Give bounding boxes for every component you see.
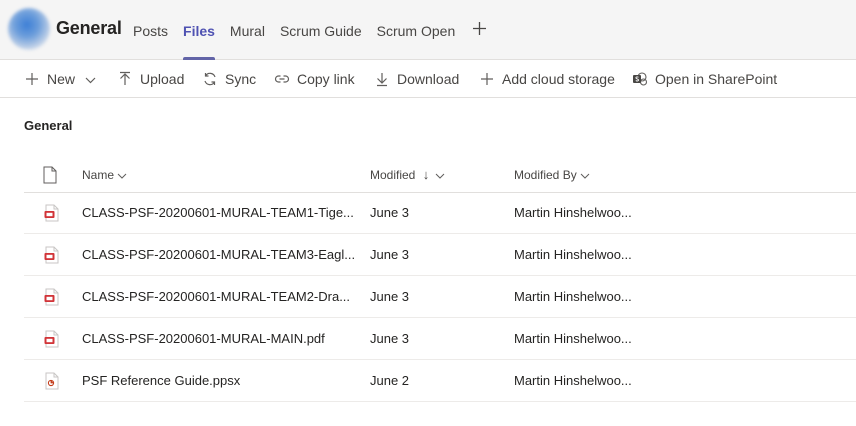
download-icon xyxy=(374,71,390,87)
link-icon xyxy=(274,71,290,87)
sharepoint-icon xyxy=(632,71,648,87)
copy-link-button[interactable]: Copy link xyxy=(274,60,355,98)
plus-icon xyxy=(24,71,40,87)
tab-scrum-guide[interactable]: Scrum Guide xyxy=(280,0,362,60)
pdf-file-icon xyxy=(44,204,60,222)
chevron-down-icon xyxy=(435,171,445,182)
modified-by-column-label: Modified By xyxy=(514,168,577,182)
tab-files[interactable]: Files xyxy=(183,0,215,60)
channel-tabs: Posts Files Mural Scrum Guide Scrum Open xyxy=(133,0,487,60)
team-avatar[interactable] xyxy=(8,8,50,50)
copy-link-label: Copy link xyxy=(297,71,355,87)
file-type-column-icon[interactable] xyxy=(43,166,57,184)
sort-descending-icon: ↓ xyxy=(422,167,430,182)
file-modified: June 3 xyxy=(370,331,410,346)
new-button[interactable]: New xyxy=(24,60,96,98)
upload-button[interactable]: Upload xyxy=(117,60,184,98)
file-modified: June 3 xyxy=(370,247,410,262)
tab-mural[interactable]: Mural xyxy=(230,0,265,60)
folder-title: General xyxy=(24,118,73,133)
modified-column-label: Modified xyxy=(370,168,416,182)
plus-icon[interactable] xyxy=(472,0,487,60)
file-name[interactable]: CLASS-PSF-20200601-MURAL-TEAM3-Eagl... xyxy=(82,234,355,276)
table-row[interactable]: PSF Reference Guide.ppsx June 2 Martin H… xyxy=(24,360,856,402)
file-name[interactable]: CLASS-PSF-20200601-MURAL-TEAM1-Tige... xyxy=(82,192,354,234)
chevron-down-icon xyxy=(117,171,127,182)
file-modified: June 2 xyxy=(370,373,410,388)
add-cloud-storage-label: Add cloud storage xyxy=(502,71,615,87)
ppsx-file-icon xyxy=(44,372,60,390)
open-in-sharepoint-label: Open in SharePoint xyxy=(655,71,778,87)
file-modified: June 3 xyxy=(370,205,410,220)
pdf-file-icon xyxy=(44,288,60,306)
modified-column-header[interactable]: Modified ↓ xyxy=(370,157,445,193)
file-modified-by: Martin Hinshelwoo... xyxy=(514,289,632,304)
open-in-sharepoint-button[interactable]: Open in SharePoint xyxy=(632,60,777,98)
pdf-file-icon xyxy=(44,246,60,264)
table-row[interactable]: CLASS-PSF-20200601-MURAL-TEAM1-Tige... J… xyxy=(24,192,856,234)
sync-icon xyxy=(202,71,218,87)
files-table-header: Name Modified ↓ Modified By xyxy=(24,157,856,193)
plus-icon xyxy=(479,71,495,87)
download-label: Download xyxy=(397,71,460,87)
sync-label: Sync xyxy=(225,71,257,87)
file-modified-by: Martin Hinshelwoo... xyxy=(514,373,632,388)
add-cloud-storage-button[interactable]: Add cloud storage xyxy=(479,60,615,98)
download-button[interactable]: Download xyxy=(374,60,459,98)
name-column-label: Name xyxy=(82,168,115,182)
file-modified-by: Martin Hinshelwoo... xyxy=(514,247,632,262)
file-modified-by: Martin Hinshelwoo... xyxy=(514,331,632,346)
file-modified: June 3 xyxy=(370,289,410,304)
modified-by-column-header[interactable]: Modified By xyxy=(514,157,590,193)
upload-label: Upload xyxy=(140,71,185,87)
table-row[interactable]: CLASS-PSF-20200601-MURAL-TEAM3-Eagl... J… xyxy=(24,234,856,276)
channel-header: General Posts Files Mural Scrum Guide Sc… xyxy=(0,0,856,60)
tab-scrum-open[interactable]: Scrum Open xyxy=(377,0,456,60)
name-column-header[interactable]: Name xyxy=(82,157,127,193)
tab-posts[interactable]: Posts xyxy=(133,0,168,60)
file-name[interactable]: CLASS-PSF-20200601-MURAL-MAIN.pdf xyxy=(82,318,325,360)
chevron-down-icon xyxy=(85,71,96,87)
file-name[interactable]: CLASS-PSF-20200601-MURAL-TEAM2-Dra... xyxy=(82,276,350,318)
file-name[interactable]: PSF Reference Guide.ppsx xyxy=(82,360,240,402)
channel-name: General xyxy=(56,18,122,38)
upload-icon xyxy=(117,71,133,87)
chevron-down-icon xyxy=(580,171,590,182)
table-row[interactable]: CLASS-PSF-20200601-MURAL-MAIN.pdf June 3… xyxy=(24,318,856,360)
table-row[interactable]: CLASS-PSF-20200601-MURAL-TEAM2-Dra... Ju… xyxy=(24,276,856,318)
sync-button[interactable]: Sync xyxy=(202,60,256,98)
new-label: New xyxy=(47,71,76,87)
file-modified-by: Martin Hinshelwoo... xyxy=(514,205,632,220)
pdf-file-icon xyxy=(44,330,60,348)
files-toolbar: New Upload Sync Copy link Download Add c… xyxy=(0,60,856,98)
